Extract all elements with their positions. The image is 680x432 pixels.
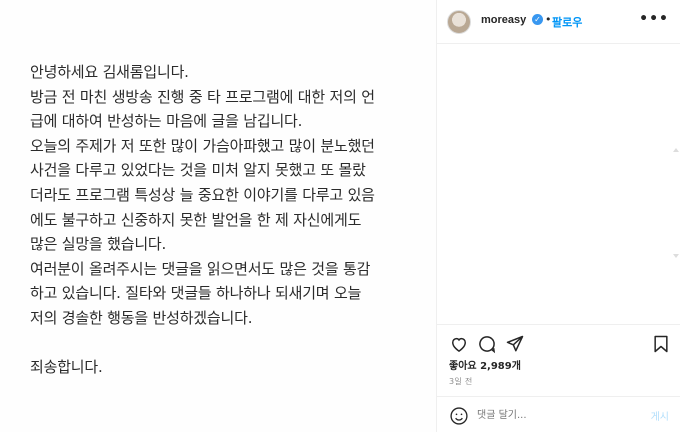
- post-image: 안녕하세요 김새롬입니다. 방금 전 마친 생방송 진행 중 타 프로그램에 대…: [0, 0, 436, 432]
- comments-scrollbar[interactable]: [672, 44, 680, 324]
- comment-input[interactable]: [477, 406, 627, 424]
- avatar[interactable]: [447, 10, 471, 34]
- post-line: 사건을 다루고 있었다는 것을 미처 알지 못했고 또 몰랐: [30, 161, 366, 180]
- scroll-down-icon[interactable]: [673, 254, 679, 258]
- username-link[interactable]: moreasy: [481, 14, 526, 26]
- separator-dot: •: [545, 13, 552, 26]
- follow-button[interactable]: 팔로우: [552, 14, 582, 30]
- heart-icon[interactable]: [449, 334, 469, 354]
- post-header: moreasy ✓ • 팔로우 •••: [437, 0, 680, 44]
- post-line: 하고 있습니다. 질타와 댓글들 하나하나 되새기며 오늘: [30, 284, 362, 303]
- post-text: 안녕하세요 김새롬입니다. 방금 전 마친 생방송 진행 중 타 프로그램에 대…: [30, 60, 430, 380]
- share-icon[interactable]: [505, 334, 525, 354]
- comment-bar: 게시: [437, 396, 680, 432]
- post-line: 더라도 프로그램 특성상 늘 중요한 이야기를 다루고 있음: [30, 185, 375, 204]
- emoji-icon[interactable]: [449, 406, 469, 426]
- more-options-button[interactable]: •••: [639, 11, 669, 27]
- post-line: 방금 전 마친 생방송 진행 중 타 프로그램에 대한 저의 언: [30, 87, 375, 106]
- post-line: 많은 실망을 했습니다.: [30, 235, 167, 254]
- post-comment-button[interactable]: 게시: [651, 408, 669, 423]
- post-line: 죄송합니다.: [30, 358, 103, 377]
- post-line-blank: [30, 331, 430, 356]
- post-line: 안녕하세요 김새롬입니다.: [30, 63, 189, 81]
- scroll-up-icon[interactable]: [673, 148, 679, 152]
- post-line: 오늘의 주제가 저 또한 많이 가슴아파했고 많이 분노했던: [30, 136, 375, 155]
- bookmark-icon[interactable]: [651, 334, 671, 354]
- post-line: 에도 불구하고 신중하지 못한 발언을 한 제 자신에게도: [30, 210, 362, 229]
- post-line: 급에 대하여 반성하는 마음에 글을 남깁니다.: [30, 112, 303, 131]
- post-line: 여러분이 올려주시는 댓글을 읽으면서도 많은 것을 통감: [30, 259, 371, 278]
- post-side-panel: moreasy ✓ • 팔로우 ••• 좋아요 2,989개 3일 전 댓글 달…: [436, 0, 680, 432]
- likes-count[interactable]: 좋아요 2,989개: [449, 357, 521, 372]
- verified-badge-icon: ✓: [532, 14, 543, 25]
- post-line: 저의 경솔한 행동을 반성하겠습니다.: [30, 308, 253, 327]
- comment-icon[interactable]: [477, 334, 497, 354]
- post-timestamp[interactable]: 3일 전: [449, 376, 473, 387]
